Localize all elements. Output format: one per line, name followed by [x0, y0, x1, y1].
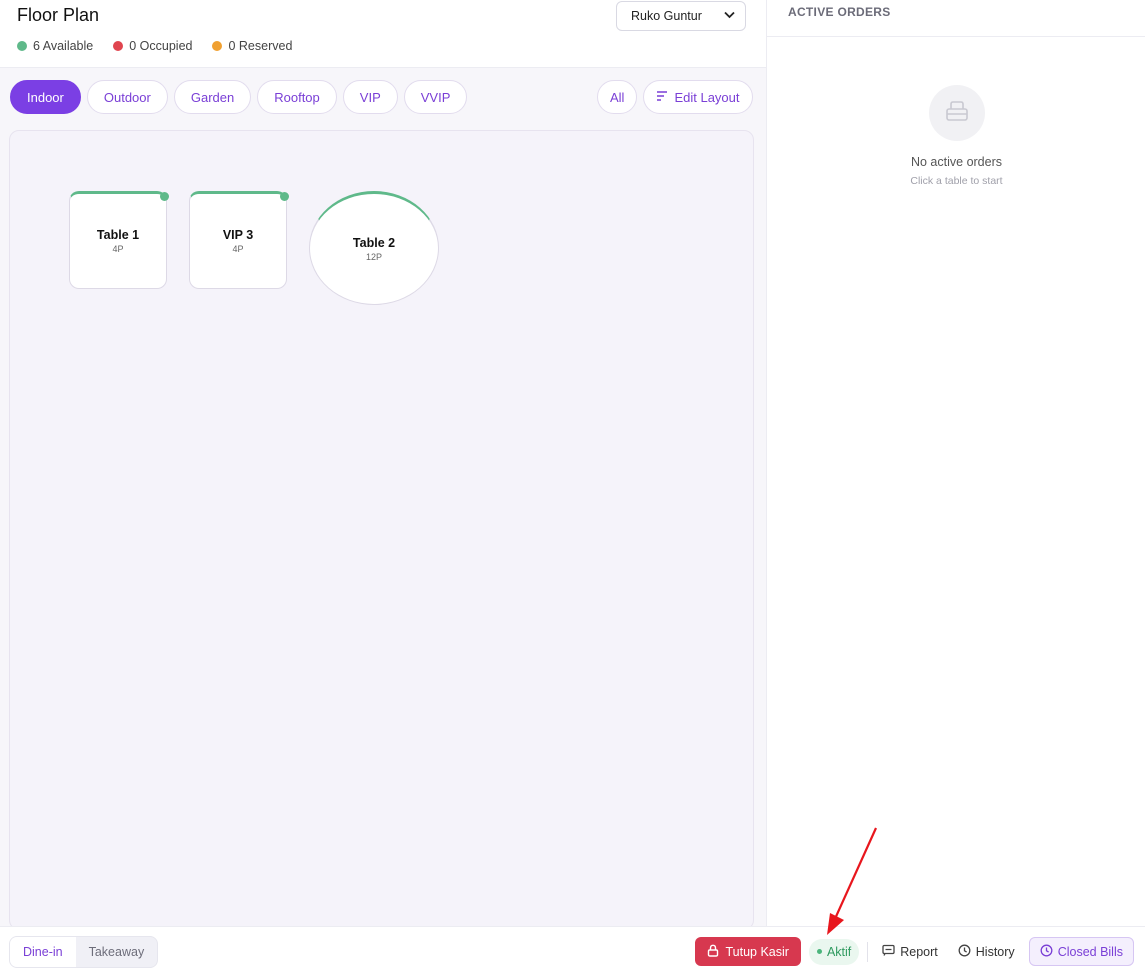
session-status-badge: Aktif — [808, 938, 860, 965]
available-status-dot — [280, 192, 289, 201]
table-name: VIP 3 — [222, 228, 254, 242]
legend-available: 6 Available — [17, 39, 93, 53]
all-filter-button[interactable]: All — [597, 80, 638, 114]
floor-canvas: Table 1 4P VIP 3 4P Table 2 12P — [9, 130, 754, 930]
session-status-label: Aktif — [826, 944, 852, 959]
location-select[interactable]: Ruko Guntur — [616, 1, 746, 31]
empty-orders-title: No active orders — [910, 155, 1002, 169]
reserved-dot-icon — [212, 41, 223, 51]
available-status-dot — [160, 192, 169, 201]
layout-controls: All Edit Layout — [597, 80, 753, 114]
mode-dine-in[interactable]: Dine-in — [10, 937, 76, 967]
tab-garden[interactable]: Garden — [173, 80, 252, 114]
history-label: History — [975, 944, 1015, 959]
order-mode-toggle: Dine-in Takeaway — [9, 936, 159, 968]
footer-actions: Tutup Kasir Aktif Report History Closed … — [695, 937, 1134, 966]
status-legend: 6 Available 0 Occupied 0 Reserved — [17, 39, 292, 53]
report-icon — [882, 944, 895, 959]
status-dot-icon — [816, 949, 822, 954]
active-orders-panel: ACTIVE ORDERS No active orders Click a t… — [766, 0, 1145, 926]
report-label: Report — [900, 944, 938, 959]
table-capacity: 4P — [232, 244, 244, 254]
table-card-table-2[interactable]: Table 2 12P — [309, 191, 439, 305]
inbox-icon — [945, 100, 969, 127]
table-capacity: 12P — [365, 252, 382, 262]
close-cashier-button[interactable]: Tutup Kasir — [695, 937, 801, 966]
location-select-value: Ruko Guntur — [631, 9, 702, 23]
close-cashier-label: Tutup Kasir — [725, 944, 789, 959]
page-title: Floor Plan — [17, 5, 100, 25]
report-button[interactable]: Report — [876, 944, 944, 959]
floor-plan-header: Floor Plan 6 Available 0 Occupied 0 Rese… — [0, 0, 766, 68]
legend-reserved: 0 Reserved — [212, 39, 292, 53]
tab-rooftop[interactable]: Rooftop — [257, 80, 337, 114]
history-button[interactable]: History — [952, 944, 1021, 960]
legend-occupied: 0 Occupied — [113, 39, 192, 53]
lock-icon — [707, 944, 719, 960]
pos-app: Floor Plan 6 Available 0 Occupied 0 Rese… — [0, 0, 1145, 973]
tab-vip[interactable]: VIP — [342, 80, 398, 114]
table-name: Table 1 — [96, 228, 140, 242]
table-card-table-1[interactable]: Table 1 4P — [69, 191, 169, 289]
empty-orders-state: No active orders Click a table to start — [767, 85, 1145, 187]
occupied-dot-icon — [113, 41, 124, 51]
active-orders-heading: ACTIVE ORDERS — [767, 0, 1145, 37]
legend-occupied-label: 0 Occupied — [129, 39, 193, 53]
closed-bills-button[interactable]: Closed Bills — [1028, 937, 1134, 966]
sort-lines-icon — [656, 90, 668, 105]
floor-plan-area: Floor Plan 6 Available 0 Occupied 0 Rese… — [0, 0, 766, 930]
table-name: Table 2 — [352, 236, 396, 250]
bottom-bar: Dine-in Takeaway Tutup Kasir Aktif Repor… — [0, 926, 1145, 973]
edit-layout-button[interactable]: Edit Layout — [643, 80, 753, 114]
closed-bills-label: Closed Bills — [1057, 944, 1123, 959]
mode-takeaway[interactable]: Takeaway — [76, 937, 158, 967]
empty-orders-subtitle: Click a table to start — [910, 175, 1003, 187]
table-capacity: 4P — [112, 244, 124, 254]
legend-reserved-label: 0 Reserved — [228, 39, 293, 53]
available-dot-icon — [17, 41, 27, 51]
tab-indoor[interactable]: Indoor — [10, 80, 81, 114]
clock-icon — [1040, 944, 1053, 960]
tab-outdoor[interactable]: Outdoor — [86, 80, 168, 114]
area-tabs: Indoor Outdoor Garden Rooftop VIP VVIP — [10, 80, 468, 114]
empty-orders-icon-wrap — [928, 85, 985, 141]
clock-icon — [958, 944, 971, 960]
legend-available-label: 6 Available — [33, 39, 94, 53]
chevron-down-icon — [724, 11, 735, 22]
edit-layout-label: Edit Layout — [674, 89, 740, 105]
footer-divider — [867, 941, 869, 962]
table-card-vip-3[interactable]: VIP 3 4P — [189, 191, 289, 289]
tab-vvip[interactable]: VVIP — [403, 80, 468, 114]
